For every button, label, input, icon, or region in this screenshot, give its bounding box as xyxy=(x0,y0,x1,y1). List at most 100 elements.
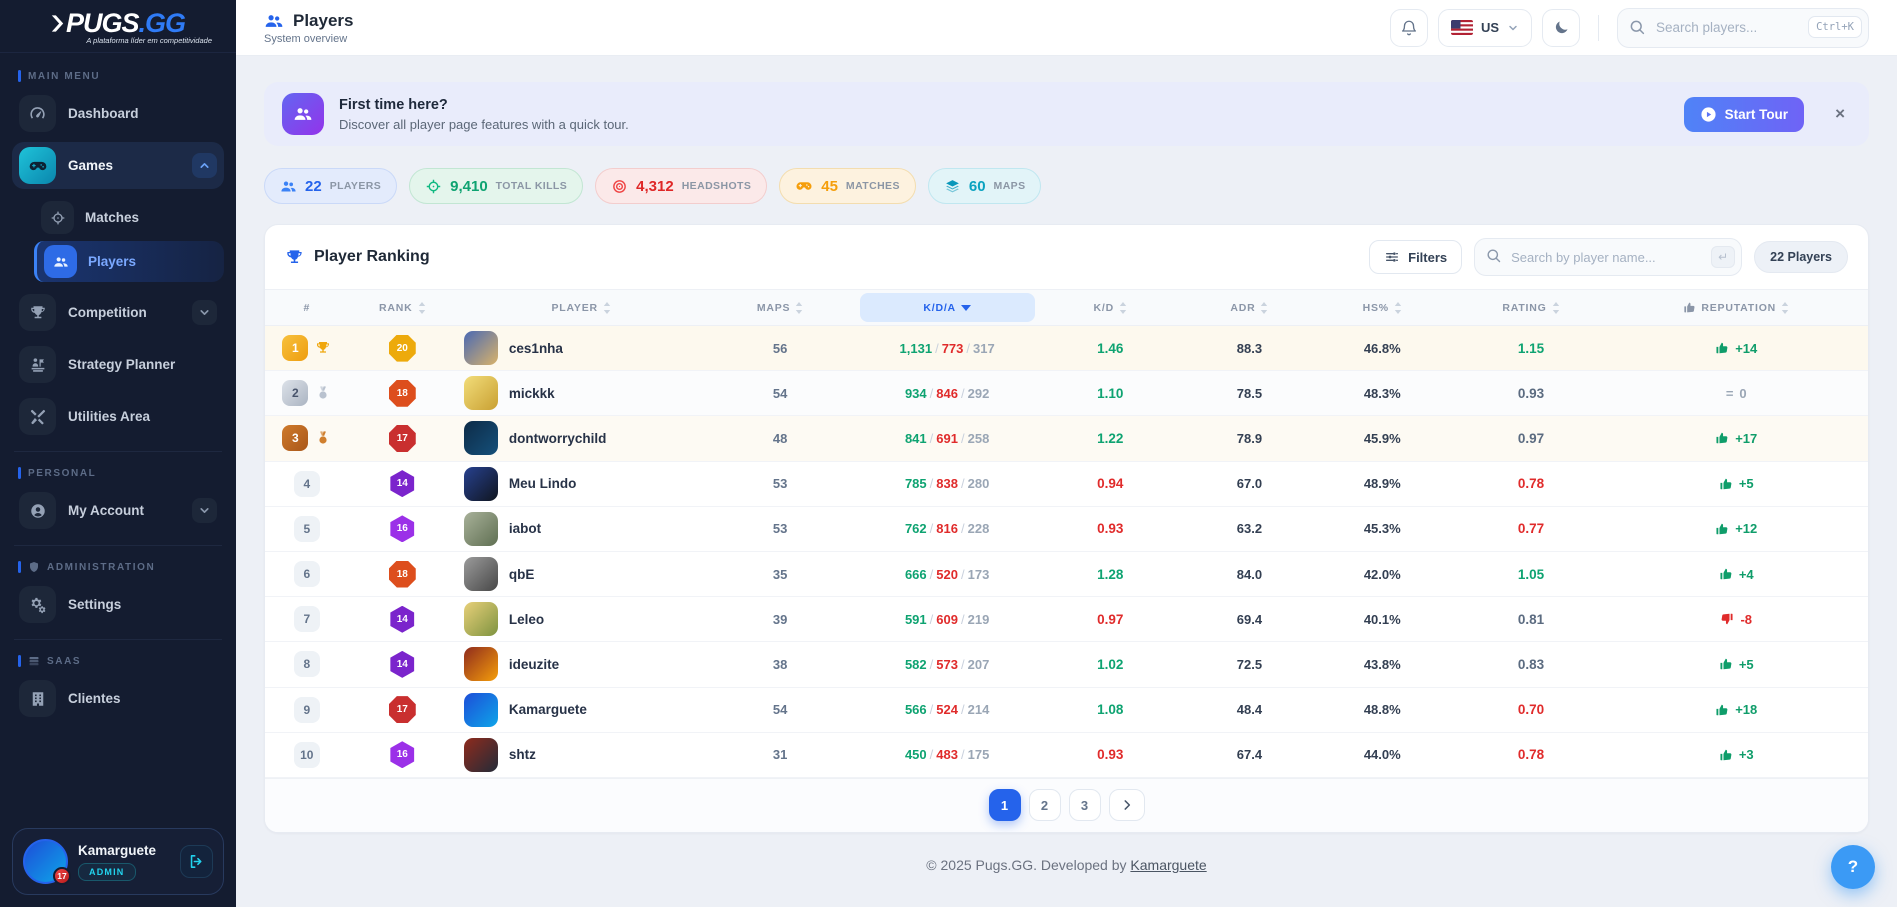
sidebar-item-utilities-area[interactable]: Utilities Area xyxy=(12,393,224,440)
column-adr[interactable]: ADR xyxy=(1186,302,1313,314)
chevron-down-icon[interactable] xyxy=(192,300,217,325)
table-row[interactable]: 6 18 qbE 35 666/520/173 xyxy=(265,552,1868,597)
hs-cell: 45.9% xyxy=(1313,431,1451,446)
player-cell[interactable]: iabot xyxy=(462,512,701,546)
shield-icon xyxy=(28,561,40,573)
player-cell[interactable]: Meu Lindo xyxy=(462,467,701,501)
table-row[interactable]: 5 16 iabot 53 762/816/2 xyxy=(265,507,1868,552)
column-rating[interactable]: RATING xyxy=(1451,302,1610,314)
rank-cell: 14 xyxy=(343,651,462,678)
player-search-input[interactable] xyxy=(1474,238,1742,276)
kd-cell: 0.93 xyxy=(1035,747,1186,762)
help-button[interactable]: ? xyxy=(1831,845,1875,889)
position-badge: 7 xyxy=(294,606,320,632)
language-selector[interactable]: US xyxy=(1438,9,1532,47)
sidebar-item-clientes[interactable]: Clientes xyxy=(12,675,224,722)
reputation-cell: = -8 xyxy=(1611,612,1862,627)
hs-cell: 48.8% xyxy=(1313,702,1451,717)
notifications-button[interactable] xyxy=(1390,9,1428,47)
reputation-value: = +5 xyxy=(1719,657,1754,672)
player-cell[interactable]: dontworrychild xyxy=(462,421,701,455)
column-kda-active-sort[interactable]: K/D/A xyxy=(860,293,1035,322)
position-badge: 6 xyxy=(294,561,320,587)
player-cell[interactable]: shtz xyxy=(462,738,701,772)
column-rank[interactable]: RANK xyxy=(343,302,462,314)
reputation-cell: = +3 xyxy=(1611,747,1862,762)
kda-cell: 785/838/280 xyxy=(860,476,1035,491)
table-header: # RANK PLAYER MAPS K/D/A K/D ADR HS% RAT… xyxy=(265,289,1868,326)
table-row[interactable]: 2 18 mickkk 54 934/846/ xyxy=(265,371,1868,416)
hs-cell: 43.8% xyxy=(1313,657,1451,672)
stat-chip-maps: 60MAPS xyxy=(928,168,1042,204)
next-page-button[interactable] xyxy=(1109,789,1145,821)
brand-logo[interactable]: PUGS.GG A plataforma líder em competitiv… xyxy=(0,0,236,53)
logo-chevron-icon xyxy=(51,15,64,32)
maps-cell: 56 xyxy=(701,341,860,356)
table-row[interactable]: 10 16 shtz 31 450/483/1 xyxy=(265,733,1868,778)
hs-cell: 44.0% xyxy=(1313,747,1451,762)
dashboard-gauge-icon xyxy=(19,95,56,132)
player-avatar xyxy=(464,467,498,501)
hs-cell: 45.3% xyxy=(1313,521,1451,536)
player-avatar xyxy=(464,738,498,772)
chevron-up-icon[interactable] xyxy=(192,153,217,178)
gamepad-icon xyxy=(19,147,56,184)
maps-cell: 31 xyxy=(701,747,860,762)
sidebar-item-strategy-planner[interactable]: Strategy Planner xyxy=(12,341,224,388)
position-cell: 5 xyxy=(271,516,343,542)
player-cell[interactable]: Leleo xyxy=(462,602,701,636)
banner-close-button[interactable]: × xyxy=(1835,104,1845,124)
player-cell[interactable]: Kamarguete xyxy=(462,693,701,727)
table-row[interactable]: 4 14 Meu Lindo 53 785/8 xyxy=(265,462,1868,507)
kda-cell: 582/573/207 xyxy=(860,657,1035,672)
sidebar-item-matches[interactable]: Matches xyxy=(34,197,224,238)
brand-tagline: A plataforma líder em competitividade xyxy=(14,36,222,45)
logout-button[interactable] xyxy=(180,845,213,878)
chevron-down-icon xyxy=(1507,22,1519,34)
table-row[interactable]: 8 14 ideuzite 38 582/57 xyxy=(265,642,1868,687)
page-content: First time here? Discover all player pag… xyxy=(236,56,1897,907)
reputation-cell: = +5 xyxy=(1611,476,1862,491)
adr-cell: 48.4 xyxy=(1186,702,1313,717)
player-cell[interactable]: mickkk xyxy=(462,376,701,410)
sidebar-item-settings[interactable]: Settings xyxy=(12,581,224,628)
table-row[interactable]: 3 17 dontworrychild 48 xyxy=(265,416,1868,461)
start-tour-button[interactable]: Start Tour xyxy=(1684,97,1805,132)
sidebar-item-games[interactable]: Games xyxy=(12,142,224,189)
rating-cell: 0.97 xyxy=(1451,431,1610,446)
reputation-cell: = +5 xyxy=(1611,657,1862,672)
user-card[interactable]: 17 Kamarguete ADMIN xyxy=(12,828,224,895)
column-reputation[interactable]: REPUTATION xyxy=(1611,301,1862,314)
play-icon xyxy=(1700,106,1717,123)
kda-cell: 934/846/292 xyxy=(860,386,1035,401)
dark-mode-toggle[interactable] xyxy=(1542,9,1580,47)
player-cell[interactable]: ces1nha xyxy=(462,331,701,365)
table-row[interactable]: 9 17 Kamarguete 54 566/ xyxy=(265,688,1868,733)
player-cell[interactable]: qbE xyxy=(462,557,701,591)
column-player[interactable]: PLAYER xyxy=(462,302,701,314)
filters-button[interactable]: Filters xyxy=(1369,240,1462,274)
player-cell[interactable]: ideuzite xyxy=(462,647,701,681)
page-button-1[interactable]: 1 xyxy=(989,789,1021,821)
developer-link[interactable]: Kamarguete xyxy=(1130,857,1206,873)
sidebar-item-my-account[interactable]: My Account xyxy=(12,487,224,534)
table-row[interactable]: 7 14 Leleo 39 591/609/2 xyxy=(265,597,1868,642)
sidebar-item-competition[interactable]: Competition xyxy=(12,289,224,336)
gamepad-icon xyxy=(795,177,813,195)
page-button-3[interactable]: 3 xyxy=(1069,789,1101,821)
player-avatar xyxy=(464,376,498,410)
page-button-2[interactable]: 2 xyxy=(1029,789,1061,821)
chevron-down-icon[interactable] xyxy=(192,498,217,523)
column-hs[interactable]: HS% xyxy=(1313,302,1451,314)
column-kd[interactable]: K/D xyxy=(1035,302,1186,314)
level-badge: 14 xyxy=(389,470,416,497)
player-avatar xyxy=(464,557,498,591)
table-row[interactable]: 1 20 ces1nha 56 1,131/7 xyxy=(265,326,1868,371)
position-badge: 2 xyxy=(282,380,308,406)
sidebar-item-dashboard[interactable]: Dashboard xyxy=(12,90,224,137)
column-maps[interactable]: MAPS xyxy=(701,302,860,314)
sidebar-item-players[interactable]: Players xyxy=(34,241,224,282)
adr-cell: 72.5 xyxy=(1186,657,1313,672)
level-badge: 18 xyxy=(389,561,416,588)
player-avatar xyxy=(464,647,498,681)
